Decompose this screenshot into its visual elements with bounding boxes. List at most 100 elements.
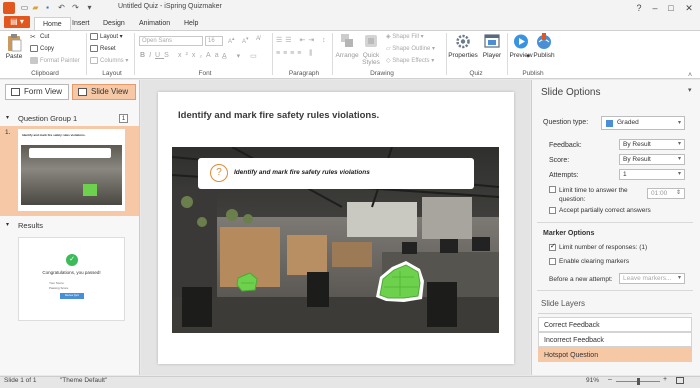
tab-design[interactable]: Design bbox=[95, 17, 133, 30]
feedback-select[interactable]: By Result ▾ bbox=[619, 139, 685, 150]
before-attempt-select[interactable]: Leave markers... ▾ bbox=[619, 273, 685, 284]
results-heading: Congratulations, you passed! bbox=[42, 270, 101, 275]
shape-fill-button[interactable]: ◈ Shape Fill ▾ bbox=[386, 33, 424, 40]
slide-thumbnail[interactable]: Identify and mark fire safety rules viol… bbox=[18, 129, 125, 211]
results-score-label: Your Score bbox=[49, 281, 64, 285]
question-title[interactable]: Identify and mark fire safety rules viol… bbox=[178, 110, 379, 121]
minimize-button[interactable]: – bbox=[648, 1, 662, 15]
question-count-badge: 1 bbox=[119, 114, 128, 123]
question-mark-icon: ? bbox=[210, 164, 228, 182]
chevron-down-icon: ▾ bbox=[677, 120, 681, 126]
cut-button[interactable]: ✂ Cut bbox=[30, 33, 49, 41]
preview-icon[interactable] bbox=[513, 33, 529, 50]
preview-dropdown-icon[interactable]: ▾ bbox=[525, 52, 531, 60]
list-buttons[interactable]: ☰☰ ⇤⇥ ↕ bbox=[276, 36, 329, 44]
clearing-markers-checkbox[interactable] bbox=[549, 258, 556, 265]
panel-menu-icon[interactable]: ▾ bbox=[688, 86, 692, 94]
banner-question-text: Identify and mark fire safety rules viol… bbox=[234, 169, 370, 176]
open-icon[interactable]: ▰ bbox=[30, 2, 41, 13]
results-header[interactable]: ▾ Results bbox=[0, 220, 139, 231]
feedback-label: Feedback: bbox=[549, 142, 582, 149]
help-button[interactable]: ? bbox=[632, 1, 646, 15]
font-color-buttons[interactable]: A̲ ▾ ▭ bbox=[222, 52, 261, 60]
font-style-buttons[interactable]: BIUS bbox=[140, 52, 173, 59]
shape-fill-icon: ◈ bbox=[386, 34, 391, 40]
maximize-button[interactable]: □ bbox=[664, 1, 678, 15]
zoom-slider-thumb[interactable] bbox=[637, 378, 640, 385]
limit-time-checkbox[interactable] bbox=[549, 186, 556, 193]
paste-icon[interactable] bbox=[6, 34, 22, 52]
player-button[interactable]: Player bbox=[480, 52, 504, 59]
save-icon[interactable]: ▪ bbox=[42, 2, 53, 13]
shape-effects-button[interactable]: ◇ Shape Effects ▾ bbox=[386, 57, 434, 64]
slide-number: 1. bbox=[5, 129, 11, 136]
format-painter-button[interactable]: Format Painter bbox=[30, 57, 80, 64]
quick-styles-button[interactable]: Quick Styles bbox=[358, 52, 384, 66]
font-family-select[interactable]: Open Sans bbox=[139, 36, 203, 46]
customize-toolbar-icon[interactable]: ▾ bbox=[84, 2, 95, 13]
redo-icon[interactable]: ↷ bbox=[70, 2, 81, 13]
zoom-in-icon[interactable]: + bbox=[663, 376, 667, 383]
ribbon-separator bbox=[332, 33, 333, 75]
clear-format-icon[interactable]: A̸ bbox=[256, 36, 260, 42]
player-icon[interactable] bbox=[484, 33, 500, 50]
grow-font-icon[interactable]: A▴ bbox=[228, 36, 235, 45]
slide[interactable]: Identify and mark fire safety rules viol… bbox=[158, 92, 514, 364]
shape-outline-button[interactable]: ▱ Shape Outline ▾ bbox=[386, 45, 435, 52]
question-type-select[interactable]: Graded ▾ bbox=[601, 116, 685, 130]
layer-incorrect-feedback[interactable]: Incorrect Feedback bbox=[538, 332, 692, 347]
chevron-down-icon: ▾ bbox=[677, 156, 681, 162]
reset-icon bbox=[90, 45, 98, 52]
new-icon[interactable]: ▭ bbox=[19, 2, 30, 13]
zoom-out-icon[interactable]: – bbox=[608, 376, 612, 383]
file-menu-button[interactable]: ▤ ▾ bbox=[4, 16, 30, 28]
results-review-button: Review Quiz bbox=[60, 293, 84, 299]
font-script-buttons[interactable]: x²x₂Aa bbox=[178, 52, 223, 59]
results-thumbnail[interactable]: ✓ Congratulations, you passed! Your Scor… bbox=[18, 237, 125, 321]
publish-icon[interactable] bbox=[536, 33, 552, 50]
collapse-ribbon-icon[interactable]: ˄ bbox=[688, 72, 692, 79]
collapse-group-icon[interactable]: ▾ bbox=[6, 113, 9, 124]
arrange-icon[interactable] bbox=[340, 33, 354, 49]
attempts-select[interactable]: 1 ▾ bbox=[619, 169, 685, 180]
score-select[interactable]: By Result ▾ bbox=[619, 154, 685, 165]
properties-icon[interactable] bbox=[455, 33, 471, 50]
layer-hotspot-question[interactable]: Hotspot Question bbox=[538, 347, 692, 362]
close-button[interactable]: ✕ bbox=[682, 1, 696, 15]
score-label: Score: bbox=[549, 157, 570, 164]
fit-to-window-icon[interactable] bbox=[676, 377, 684, 384]
copy-button[interactable]: Copy bbox=[30, 45, 54, 52]
shrink-font-icon[interactable]: A▾ bbox=[242, 36, 249, 45]
tab-animation[interactable]: Animation bbox=[131, 17, 178, 30]
question-banner[interactable]: ? Identify and mark fire safety rules vi… bbox=[198, 158, 474, 189]
time-limit-field[interactable]: 01:00 ⇕ bbox=[647, 188, 685, 199]
slide-layers-heading: Slide Layers bbox=[541, 299, 586, 308]
publish-button[interactable]: Publish bbox=[532, 52, 556, 59]
hotspot-marker-1[interactable] bbox=[236, 270, 258, 292]
form-view-button[interactable]: Form View bbox=[5, 84, 69, 100]
slide-counter: Slide 1 of 1 bbox=[4, 377, 37, 384]
arrange-button[interactable]: Arrange bbox=[334, 52, 360, 59]
font-size-select[interactable]: 16 bbox=[205, 36, 223, 46]
layout-button[interactable]: Layout ▾ bbox=[90, 33, 123, 40]
layer-correct-feedback[interactable]: Correct Feedback bbox=[538, 317, 692, 332]
divider bbox=[537, 222, 693, 223]
slide-options-title: Slide Options bbox=[541, 87, 601, 98]
properties-button[interactable]: Properties bbox=[447, 52, 479, 59]
tab-help[interactable]: Help bbox=[176, 17, 206, 30]
columns-button[interactable]: Columns ▾ bbox=[90, 57, 128, 64]
shape-effects-icon: ◇ bbox=[386, 58, 391, 64]
partial-answers-checkbox[interactable] bbox=[549, 207, 556, 214]
paste-button[interactable]: Paste bbox=[4, 53, 24, 60]
limit-responses-checkbox[interactable] bbox=[549, 242, 556, 251]
reset-button[interactable]: Reset bbox=[90, 45, 116, 52]
file-icon: ▤ bbox=[10, 17, 18, 26]
checkbox bbox=[549, 186, 556, 193]
tab-insert[interactable]: Insert bbox=[64, 17, 98, 30]
undo-icon[interactable]: ↶ bbox=[56, 2, 67, 13]
quick-styles-icon[interactable] bbox=[364, 33, 378, 49]
slide-view-button[interactable]: Slide View bbox=[72, 84, 136, 100]
align-buttons[interactable]: ≡≡≡≡ ⫼ bbox=[276, 50, 316, 58]
collapse-results-icon[interactable]: ▾ bbox=[6, 220, 9, 231]
hotspot-marker-2[interactable] bbox=[374, 259, 426, 303]
